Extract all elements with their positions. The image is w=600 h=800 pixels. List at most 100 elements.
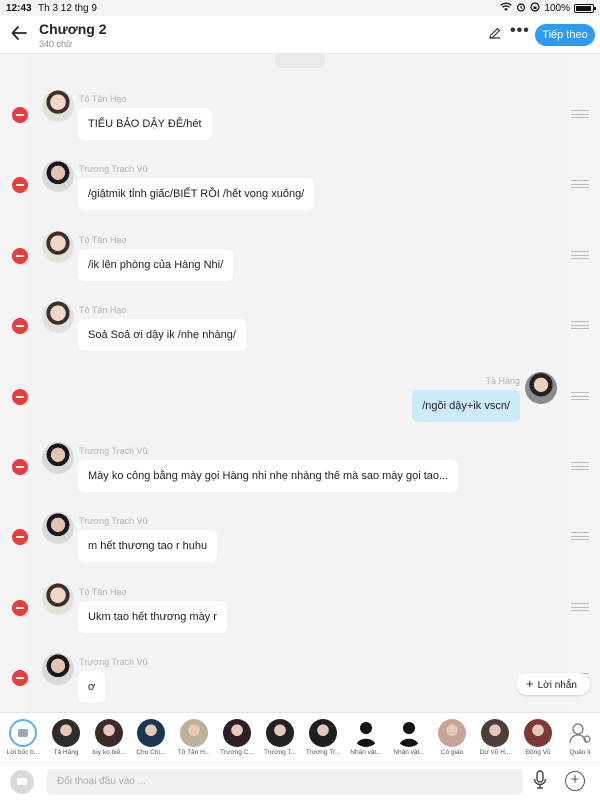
delete-icon[interactable] (12, 318, 28, 334)
avatar[interactable] (525, 372, 557, 404)
message-row[interactable]: Tả Hàng/ngồi dậy+ik vscn/ (0, 372, 600, 442)
character-item[interactable]: Trương C... (217, 719, 257, 756)
character-label: Trương T... (263, 749, 297, 756)
character-manage[interactable]: Quản lí (560, 719, 600, 756)
delete-icon[interactable] (12, 459, 28, 475)
delete-icon[interactable] (12, 107, 28, 123)
character-avatar (309, 719, 337, 747)
message-bubble[interactable]: Soả Soả ơi dậy ik /nhẹ nhàng/ (78, 319, 246, 351)
character-label: Nhân vật... (350, 749, 382, 756)
drag-handle-icon[interactable] (571, 603, 589, 611)
pull-tab[interactable] (275, 54, 325, 68)
character-item[interactable]: Đồng Vũ (518, 719, 558, 756)
message-row[interactable]: Tô Tân Hạo Soả Soả ơi dậy ik /nhẹ nhàng/ (0, 301, 600, 371)
message-bubble[interactable]: TIỂU BẢO DẬY ĐÊ/hét (78, 108, 212, 140)
character-item[interactable]: Nhân vật... (346, 719, 386, 756)
message-row[interactable]: Tô Tân Hạo TIỂU BẢO DẬY ĐÊ/hét (0, 90, 600, 160)
speaker-name: Tô Tân Hạo (79, 587, 127, 597)
character-item[interactable]: Dư Vũ H... (475, 719, 515, 756)
character-avatar (95, 719, 123, 747)
character-avatar (137, 719, 165, 747)
message-row[interactable]: Trương Trạch Vũ Mày ko công bằng mày gọi … (0, 442, 600, 512)
character-avatar (223, 719, 251, 747)
character-label: Cô giáo (440, 749, 464, 756)
plus-icon: + (526, 676, 534, 691)
character-narration[interactable]: Lời bốc b... (3, 719, 43, 756)
message-row[interactable]: Trương Trạch Vũ ơ (0, 653, 600, 712)
message-bubble[interactable]: /ngồi dậy+ik vscn/ (412, 390, 520, 422)
character-avatar (481, 719, 509, 747)
character-label: Quản lí (569, 749, 591, 756)
message-row[interactable]: Tô Tân Hạo Ukm tao hết thương mày r (0, 583, 600, 653)
speaker-name: Trương Trạch Vũ (79, 516, 148, 526)
add-reply-label: Lời nhắn (537, 680, 577, 691)
avatar[interactable] (42, 583, 74, 615)
character-label: Dư Vũ H... (479, 749, 511, 756)
character-item[interactable]: túy ko biế... (89, 719, 129, 756)
message-bubble[interactable]: /ik lên phòng của Hàng Nhi/ (78, 249, 234, 281)
avatar[interactable] (42, 301, 74, 333)
drag-handle-icon[interactable] (571, 110, 589, 118)
drag-handle-icon[interactable] (571, 392, 589, 400)
delete-icon[interactable] (12, 389, 28, 405)
speaker-name: Trương Trạch Vũ (79, 164, 148, 174)
speaker-name: Trương Trạch Vũ (79, 657, 148, 667)
avatar[interactable] (42, 512, 74, 544)
character-item[interactable]: Chu Chí... (131, 719, 171, 756)
microphone-icon[interactable] (533, 770, 547, 795)
character-label: túy ko biế... (92, 749, 126, 756)
message-row[interactable]: Trương Trạch Vũ m hết thương tao r huhu (0, 512, 600, 582)
drag-handle-icon[interactable] (571, 180, 589, 188)
character-avatar (395, 719, 423, 747)
character-item[interactable]: Tả Hàng (46, 719, 86, 756)
avatar[interactable] (42, 231, 74, 263)
speaker-name: Tả Hàng (485, 376, 520, 386)
pencil-icon[interactable] (488, 26, 502, 44)
character-label: Trương Tr... (305, 749, 341, 756)
message-row[interactable]: Trương Trạch Vũ/giậtmik tỉnh giấc/BIẾT R… (0, 160, 600, 230)
drag-handle-icon[interactable] (571, 532, 589, 540)
character-item[interactable]: Trương Tr... (303, 719, 343, 756)
character-item[interactable]: Tô Tân H... (174, 719, 214, 756)
message-bubble[interactable]: m hết thương tao r huhu (78, 530, 218, 562)
more-icon[interactable]: ••• (510, 22, 530, 40)
character-item[interactable]: Trương T... (260, 719, 300, 756)
wifi-icon (500, 2, 513, 15)
status-date: Th 3 12 thg 9 (38, 3, 97, 14)
message-bubble[interactable]: Mày ko công bằng mày gọi Hàng nhi nhẹ nh… (78, 460, 459, 492)
delete-icon[interactable] (12, 670, 28, 686)
delete-icon[interactable] (12, 248, 28, 264)
character-label: Tả Hàng (53, 749, 79, 756)
avatar[interactable] (42, 442, 74, 474)
dialogue-input[interactable]: Đối thoại đầu vào ... (47, 769, 523, 795)
avatar[interactable] (42, 160, 74, 192)
character-label: Đồng Vũ (525, 749, 551, 756)
delete-icon[interactable] (12, 177, 28, 193)
drag-handle-icon[interactable] (571, 462, 589, 470)
delete-icon[interactable] (12, 600, 28, 616)
message-bubble[interactable]: Ukm tao hết thương mày r (78, 601, 227, 633)
message-row[interactable]: Tô Tân Hạo/ik lên phòng của Hàng Nhi/ (0, 231, 600, 301)
character-item[interactable]: Cô giáo (432, 719, 472, 756)
avatar[interactable] (42, 653, 74, 685)
drag-handle-icon[interactable] (571, 251, 589, 259)
message-bubble[interactable]: ơ (78, 671, 106, 703)
character-bar: Lời bốc b... Tả Hàng túy ko biế... Chu Chí.… (0, 712, 600, 762)
add-icon[interactable]: + (565, 771, 585, 791)
character-label: Nhân vật... (393, 749, 425, 756)
delete-icon[interactable] (12, 529, 28, 545)
back-arrow-icon[interactable] (10, 24, 28, 48)
drag-handle-icon[interactable] (571, 321, 589, 329)
character-item[interactable]: Nhân vật... (389, 719, 429, 756)
speaker-name: Tô Tân Hạo (79, 94, 127, 104)
chat-area[interactable]: Tô Tân Hạo TIỂU BẢO DẬY ĐÊ/hét Trương Trạc… (0, 54, 600, 712)
next-button[interactable]: Tiếp theo (535, 24, 595, 46)
message-bubble[interactable]: /giậtmik tỉnh giấc/BIẾT RỒI /hết vọng xu… (78, 178, 315, 210)
add-reply-button[interactable]: + Lời nhắn (516, 673, 590, 695)
avatar[interactable] (42, 90, 74, 122)
rotation-lock-icon (530, 2, 541, 15)
battery-percent: 100% (544, 3, 570, 14)
character-label: Lời bốc b... (6, 749, 40, 756)
speaker-name: Tô Tân Hạo (79, 235, 127, 245)
narration-toggle-icon[interactable] (10, 770, 34, 794)
